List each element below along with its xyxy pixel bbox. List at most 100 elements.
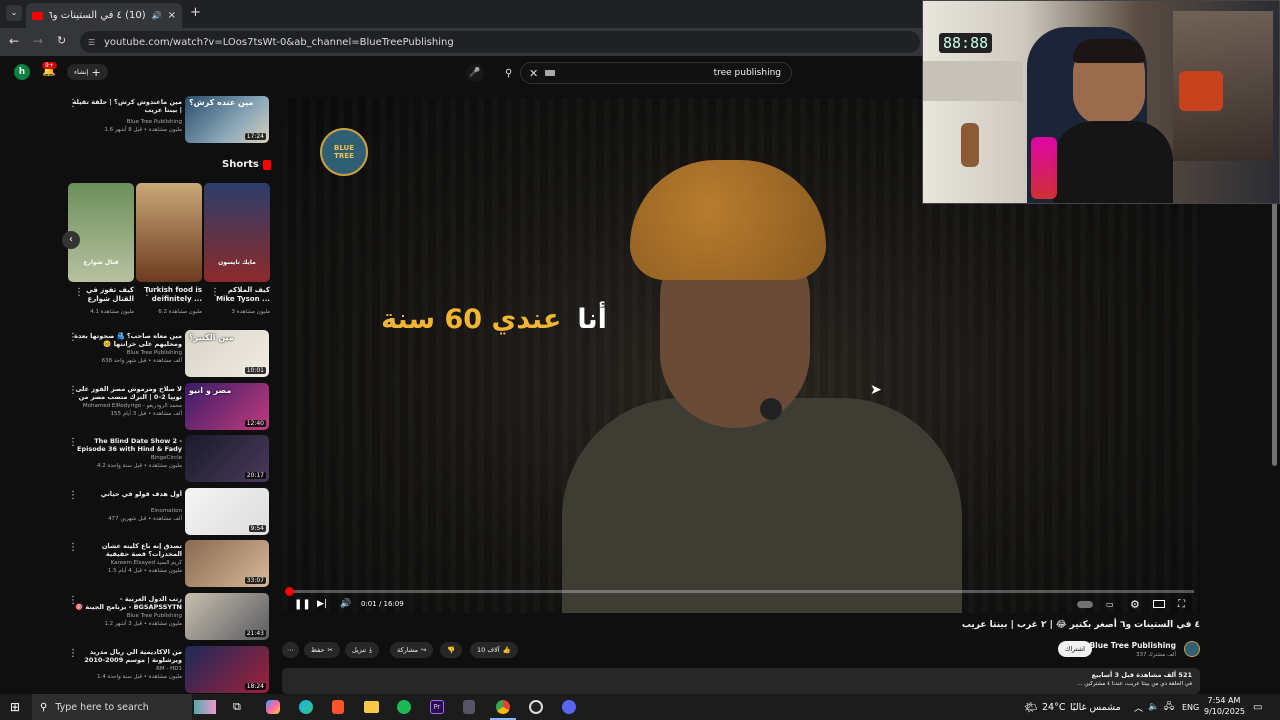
video-thumbnail[interactable]: 9:54 bbox=[185, 487, 269, 535]
shorts-icon bbox=[262, 159, 271, 170]
settings-icon[interactable]: ⚙ bbox=[1130, 598, 1140, 611]
recommended-list: مين الكبير؟ 10:01 ⋮ مين معاه صاحب؟ 🫂 صحو… bbox=[60, 330, 272, 694]
channel-logo: BLUE TREE bbox=[320, 128, 368, 176]
progress-bar[interactable] bbox=[285, 587, 1194, 596]
short-card[interactable]: Turkish food is deifinitely ... 6.2 مليو… bbox=[136, 183, 202, 323]
next-icon[interactable]: ▶| bbox=[317, 599, 327, 609]
forward-icon[interactable]: → bbox=[33, 34, 43, 48]
pause-icon[interactable]: ❚❚ bbox=[294, 599, 311, 610]
video-title: The Blind Date Show 2 - Episode 36 with … bbox=[77, 437, 182, 454]
recommended-video[interactable]: 20:17 ⋮ The Blind Date Show 2 - Episode … bbox=[60, 435, 272, 485]
keyboard-icon[interactable] bbox=[545, 70, 555, 76]
more-options-icon[interactable]: ⋮ bbox=[142, 287, 152, 298]
autoplay-toggle[interactable] bbox=[1077, 600, 1093, 608]
copilot-icon[interactable] bbox=[266, 700, 280, 714]
windows-start-icon[interactable]: ⊞ bbox=[10, 700, 20, 714]
video-thumbnail[interactable]: 21:43 bbox=[185, 593, 269, 640]
short-thumbnail[interactable]: قتال شوارع bbox=[68, 183, 134, 282]
search-highlight-icon[interactable] bbox=[194, 700, 216, 714]
tab-close-icon[interactable]: × bbox=[168, 10, 176, 21]
recommended-video[interactable]: مين الكبير؟ 10:01 ⋮ مين معاه صاحب؟ 🫂 صحو… bbox=[60, 330, 272, 380]
voice-search-icon[interactable]: 🎤 bbox=[466, 64, 484, 82]
app-figure-icon[interactable] bbox=[463, 700, 475, 714]
short-thumbnail[interactable]: مايك تايسون bbox=[204, 183, 270, 282]
thumbnail-text: مصر و انيو bbox=[189, 385, 232, 395]
more-options-icon[interactable]: ⋮ bbox=[210, 287, 220, 298]
edge-icon[interactable] bbox=[299, 700, 313, 714]
scrollbar-thumb[interactable] bbox=[1272, 196, 1277, 466]
weather-desc[interactable]: مشمس غالبًا bbox=[1070, 702, 1121, 713]
share-icon: ↪ bbox=[420, 646, 427, 654]
video-thumbnail[interactable]: 18:24 bbox=[185, 645, 269, 693]
address-bar[interactable]: ☰ youtube.com/watch?v=LOos7tsWt-0&ab_cha… bbox=[80, 31, 920, 53]
like-button[interactable]: 10 آلاف 👍 bbox=[470, 642, 518, 658]
recommended-video[interactable]: 21:43 ⋮ رتب الدول العربية - BGSAPSSYTN -… bbox=[60, 593, 272, 643]
video-thumbnail[interactable]: مصر و انيو 12:40 bbox=[185, 382, 269, 430]
weather-icon[interactable]: 🌤 bbox=[1024, 701, 1038, 714]
channel-avatar[interactable] bbox=[1184, 641, 1200, 657]
short-card[interactable]: قتال شوارع كيف تفوز في القتال شوارع بلكم… bbox=[68, 183, 134, 323]
notification-center-icon[interactable]: ▭ bbox=[1253, 702, 1262, 713]
avatar[interactable]: h bbox=[14, 64, 30, 80]
audio-icon: 🔊 bbox=[151, 11, 162, 20]
spotify-icon[interactable] bbox=[397, 700, 411, 714]
more-options-icon[interactable]: ⋮ bbox=[74, 287, 84, 298]
brave-icon[interactable] bbox=[332, 700, 344, 714]
short-views: 4.1 مليون مشاهدة bbox=[90, 309, 134, 315]
top-recommended-video[interactable]: مين عنده كرش؟ 17:24 ⋮ مين ماعندوش كرش؟ |… bbox=[60, 96, 272, 144]
clock[interactable]: 7:54 AM 9/10/2025 bbox=[1204, 695, 1245, 717]
recommended-video[interactable]: مصر و انيو 12:40 ⋮ لا صلاح ومرموش مصر ال… bbox=[60, 382, 272, 433]
video-meta: 1.2 مليون مشاهدة • قبل 3 أشهر bbox=[104, 621, 182, 627]
task-view-icon[interactable]: ⧉ bbox=[233, 700, 241, 714]
search-icon[interactable]: ⚲ bbox=[505, 68, 512, 79]
create-button[interactable]: إنشاء + bbox=[67, 64, 108, 80]
search-icon: ⚲ bbox=[40, 701, 48, 713]
subtitle-word-yellow: عندي 60 سنة bbox=[381, 304, 562, 335]
recommended-video[interactable]: 33:07 ⋮ تصدق إنه باع كليته عشان المخدرات… bbox=[60, 540, 272, 590]
search-input[interactable]: ⚲ ✕ tree publishing bbox=[505, 62, 792, 84]
video-meta: 477 ألف مشاهدة • قبل شهرين bbox=[108, 515, 182, 522]
clip-button[interactable]: حفظ ✂ bbox=[304, 642, 340, 658]
more-horiz-icon: ⋯ bbox=[287, 646, 294, 654]
fullscreen-icon[interactable]: ⛶ bbox=[1178, 599, 1185, 610]
clear-search-icon[interactable]: ✕ bbox=[529, 67, 538, 80]
tab-list-icon[interactable]: ⌄ bbox=[6, 5, 22, 21]
channel-name: Blue Tree Publishing bbox=[126, 119, 182, 125]
site-info-icon[interactable]: ☰ bbox=[88, 38, 95, 47]
video-thumbnail[interactable]: مين الكبير؟ 10:01 bbox=[185, 330, 269, 377]
video-thumbnail[interactable]: مين عنده كرش؟ 17:24 bbox=[185, 96, 269, 143]
file-explorer-icon[interactable] bbox=[364, 701, 379, 713]
short-card[interactable]: مايك تايسون كيف الملاكم Mike Tyson ... 3… bbox=[204, 183, 270, 323]
new-tab-icon[interactable]: + bbox=[190, 5, 201, 20]
description-box[interactable]: 521 ألف مشاهدة قبل 3 أسابيع في الحلقة دي… bbox=[282, 668, 1200, 694]
shelf-prev-icon[interactable]: ‹ bbox=[62, 231, 80, 249]
volume-icon[interactable]: 🔊 bbox=[340, 599, 351, 609]
obs-icon[interactable] bbox=[529, 700, 543, 714]
subtitles-icon[interactable]: ▭ bbox=[1106, 600, 1114, 609]
dislike-button[interactable]: 👎 bbox=[440, 642, 463, 658]
network-icon[interactable]: 🖧 bbox=[1164, 699, 1174, 715]
short-thumbnail[interactable] bbox=[136, 183, 202, 282]
share-button[interactable]: مشاركة ↪ bbox=[390, 642, 434, 658]
tray-chevron-icon[interactable]: ︿ bbox=[1134, 701, 1143, 714]
chrome-icon[interactable] bbox=[496, 700, 510, 714]
language-indicator[interactable]: ENG bbox=[1182, 703, 1199, 712]
theater-mode-icon[interactable] bbox=[1153, 600, 1165, 608]
volume-tray-icon[interactable]: 🔈 bbox=[1148, 702, 1159, 712]
browser-tab[interactable]: (10) ٤ في الستينات و٦ أصغر 🔊 × bbox=[26, 3, 182, 28]
subscribe-button[interactable]: اشتراك bbox=[1058, 641, 1092, 657]
premiere-icon[interactable]: Pr bbox=[430, 700, 444, 714]
video-thumbnail[interactable]: 20:17 bbox=[185, 435, 269, 483]
more-actions-button[interactable]: ⋯ bbox=[282, 642, 299, 658]
discord-icon[interactable] bbox=[562, 700, 576, 714]
recommended-video[interactable]: 9:54 ⋮ أول هدف قولو في حياتي Einomation … bbox=[60, 487, 272, 538]
taskbar-search-box[interactable]: ⚲ Type here to search bbox=[32, 694, 192, 720]
reload-icon[interactable]: ↻ bbox=[57, 34, 66, 47]
shorts-label: Shorts bbox=[222, 159, 259, 170]
video-title: رتب الدول العربية - BGSAPSSYTN - برنامج … bbox=[75, 595, 182, 611]
recommended-video[interactable]: 18:24 ⋮ من الاكاديمية الي ريال مدريد وير… bbox=[60, 645, 272, 696]
download-button[interactable]: تنزيل ⤓ bbox=[345, 642, 379, 658]
back-icon[interactable]: ← bbox=[9, 34, 19, 48]
weather-temp[interactable]: 24°C bbox=[1042, 702, 1065, 713]
video-thumbnail[interactable]: 33:07 bbox=[185, 540, 269, 588]
